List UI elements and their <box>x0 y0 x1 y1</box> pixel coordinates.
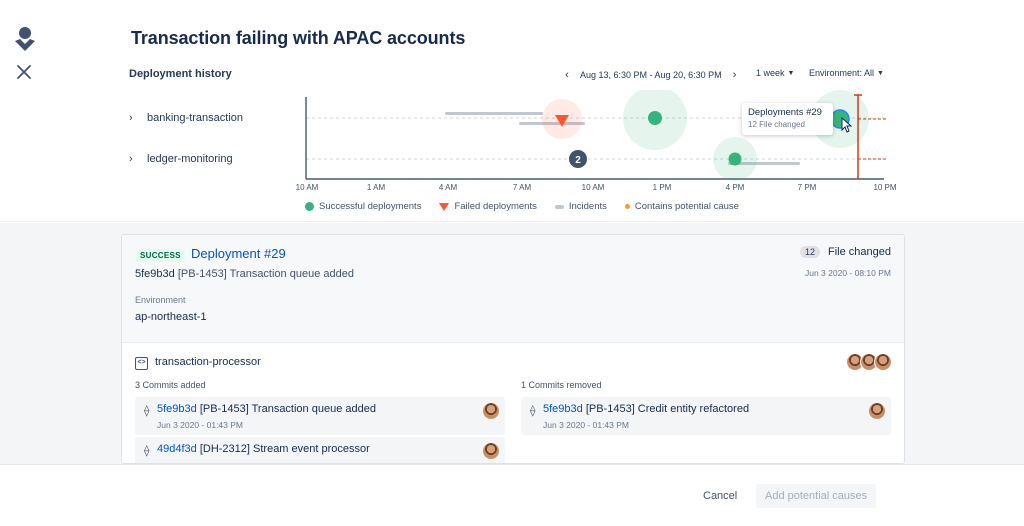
commit-icon: ⟠ <box>144 445 150 457</box>
commit-icon: ⟠ <box>144 405 150 417</box>
avatar <box>483 403 499 419</box>
legend-label: Failed deployments <box>454 201 537 212</box>
deployment-title-link[interactable]: Deployment #29 <box>191 246 286 261</box>
environment-label: Environment: All <box>809 68 875 78</box>
commit-message: [PB-1453] Transaction queue added <box>177 268 354 280</box>
tooltip-subtitle: 12 File changed <box>748 120 805 129</box>
commit-date: Jun 3 2020 - 01:43 PM <box>157 420 244 430</box>
commit-item[interactable]: ⟠ 5fe9b3d [PB-1453] Credit entity refact… <box>521 397 891 435</box>
legend-label: Contains potential cause <box>634 201 739 212</box>
date-range-label: Aug 13, 6:30 PM - Aug 20, 6:30 PM <box>580 70 722 80</box>
next-range-icon[interactable]: › <box>730 68 740 82</box>
deployment-card: SUCCESS Deployment #29 5fe9b3d [PB-1453]… <box>121 234 905 464</box>
x-tick: 10 AM <box>296 183 319 192</box>
row-ledger-monitoring[interactable]: › ledger-monitoring <box>129 153 233 165</box>
footer-bar: Cancel Add potential causes <box>0 464 1024 526</box>
deployment-history-title: Deployment history <box>129 68 232 80</box>
deployment-commit: 5fe9b3d [PB-1453] Transaction queue adde… <box>135 268 354 280</box>
environment-value: ap-northeast-1 <box>135 311 207 323</box>
prev-range-icon[interactable]: ‹ <box>562 68 572 82</box>
commit-hash-link[interactable]: 5fe9b3d <box>157 403 197 415</box>
status-badge: SUCCESS <box>136 249 185 262</box>
legend-successful: Successful deployments <box>305 201 421 212</box>
group-count: 2 <box>575 155 581 166</box>
potential-dot-icon <box>624 204 630 209</box>
code-icon: <> <box>135 357 148 370</box>
commit-message: [PB-1453] Credit entity refactored <box>585 403 750 415</box>
failed-triangle-icon <box>439 202 450 211</box>
period-label: 1 week <box>756 68 785 78</box>
success-dot-icon <box>305 202 314 211</box>
commit-item[interactable]: ⟠ 5fe9b3d [PB-1453] Transaction queue ad… <box>135 397 505 435</box>
page-title: Transaction failing with APAC accounts <box>131 28 466 48</box>
row-label: banking-transaction <box>147 112 244 124</box>
close-icon[interactable] <box>16 64 32 80</box>
commit-message: [PB-1453] Transaction queue added <box>199 403 376 415</box>
repo-name: transaction-processor <box>155 356 261 368</box>
chevron-down-icon: ▼ <box>787 69 795 77</box>
deployment-summary: SUCCESS Deployment #29 5fe9b3d [PB-1453]… <box>122 235 904 343</box>
chevron-right-icon: › <box>129 112 133 124</box>
successful-deployment-marker[interactable] <box>728 152 742 166</box>
legend-incidents: Incidents <box>554 201 607 212</box>
environment-dropdown[interactable]: Environment: All ▼ <box>809 68 884 78</box>
commit-date: Jun 3 2020 - 01:43 PM <box>543 420 630 430</box>
x-tick: 4 AM <box>439 183 458 192</box>
x-tick: 10 PM <box>873 183 896 192</box>
user-logo-icon[interactable] <box>14 26 36 52</box>
incident-bar-icon <box>554 204 564 209</box>
x-tick: 1 AM <box>367 183 386 192</box>
date-range-nav: ‹ Aug 13, 6:30 PM - Aug 20, 6:30 PM › <box>562 68 740 82</box>
x-tick: 10 AM <box>582 183 605 192</box>
incident-bar[interactable] <box>445 112 543 115</box>
avatar <box>483 443 499 459</box>
successful-deployment-marker[interactable] <box>648 111 662 125</box>
avatar <box>874 353 892 371</box>
commit-icon: ⟠ <box>530 405 536 417</box>
commit-hash: 5fe9b3d <box>135 268 175 280</box>
legend-failed: Failed deployments <box>439 201 537 212</box>
period-dropdown[interactable]: 1 week ▼ <box>756 68 794 78</box>
row-label: ledger-monitoring <box>147 153 233 165</box>
chart-legend: Successful deployments Failed deployment… <box>305 201 757 212</box>
files-count-badge: 12 <box>799 246 820 258</box>
commit-message: [DH-2312] Stream event processor <box>199 443 370 455</box>
avatar <box>869 403 885 419</box>
commit-hash-link[interactable]: 5fe9b3d <box>543 403 583 415</box>
environment-label: Environment <box>135 295 186 305</box>
chevron-right-icon: › <box>129 153 133 165</box>
legend-potential: Contains potential cause <box>624 201 739 212</box>
commit-item[interactable]: ⟠ 49d4f3d [DH-2312] Stream event process… <box>135 437 505 463</box>
commit-hash-link[interactable]: 49d4f3d <box>157 443 197 455</box>
contributor-avatars[interactable] <box>846 353 892 371</box>
deployment-date: Jun 3 2020 - 08:10 PM <box>804 268 891 278</box>
add-potential-causes-button[interactable]: Add potential causes <box>756 484 877 508</box>
cancel-button[interactable]: Cancel <box>697 486 743 506</box>
chevron-down-icon: ▼ <box>877 69 884 77</box>
commits-removed-label: 1 Commits removed <box>521 380 602 390</box>
tooltip-title: Deployments #29 <box>748 107 822 118</box>
x-tick: 7 AM <box>513 183 532 192</box>
files-changed-label: File changed <box>828 246 891 258</box>
deployment-tooltip: Deployments #29 12 File changed <box>742 103 833 135</box>
x-tick: 7 PM <box>798 183 817 192</box>
x-tick: 4 PM <box>726 183 745 192</box>
files-changed: 12 File changed <box>799 246 891 258</box>
commits-added-label: 3 Commits added <box>135 380 206 390</box>
x-tick: 1 PM <box>653 183 672 192</box>
legend-label: Successful deployments <box>319 201 422 212</box>
row-banking-transaction[interactable]: › banking-transaction <box>129 112 243 124</box>
legend-label: Incidents <box>568 201 607 212</box>
